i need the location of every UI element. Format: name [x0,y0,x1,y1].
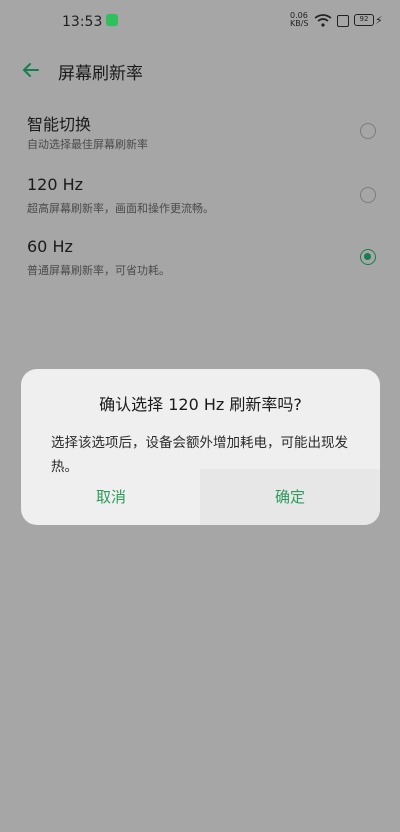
radio-button-selected[interactable] [360,249,376,265]
radio-button[interactable] [360,187,376,203]
option-smart-switch[interactable]: 智能切换 自动选择最佳屏幕刷新率 [0,111,400,171]
status-time: 13:53 [62,14,103,30]
radio-button[interactable] [360,123,376,139]
dialog-title: 确认选择 120 Hz 刷新率吗? [99,395,302,414]
network-speed: 0.06 KB/S [290,11,309,28]
cancel-button[interactable]: 取消 [21,480,201,514]
option-label: 智能切换 [27,115,92,134]
wifi-icon [314,14,332,27]
option-description: 自动选择最佳屏幕刷新率 [27,138,148,151]
charging-icon: ⚡ [375,14,383,27]
option-label: 60 Hz [27,237,73,256]
battery-icon: 92 [354,14,374,26]
page-title: 屏幕刷新率 [58,64,143,84]
confirm-button[interactable]: 确定 [200,469,380,525]
option-description: 普通屏幕刷新率，可省功耗。 [27,264,170,277]
wechat-notification-icon [106,14,118,26]
confirm-dialog: 确认选择 120 Hz 刷新率吗? 选择该选项后，设备会额外增加耗电，可能出现发… [21,369,380,525]
option-120hz[interactable]: 120 Hz 超高屏幕刷新率，画面和操作更流畅。 [0,175,400,235]
sim-icon [337,15,349,27]
option-label: 120 Hz [27,175,84,194]
back-arrow-icon[interactable] [20,59,42,81]
page-header: 屏幕刷新率 [0,50,400,90]
option-60hz[interactable]: 60 Hz 普通屏幕刷新率，可省功耗。 [0,237,400,297]
option-description: 超高屏幕刷新率，画面和操作更流畅。 [27,202,214,215]
status-bar: 13:53 0.06 KB/S 92 ⚡ [0,0,400,44]
